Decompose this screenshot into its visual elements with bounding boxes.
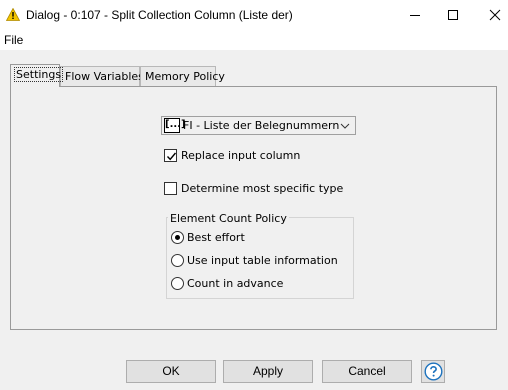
cancel-button[interactable]: Cancel bbox=[322, 360, 412, 383]
tab-settings-label: Settings bbox=[13, 67, 64, 82]
collection-column-icon: [...] bbox=[164, 118, 186, 133]
replace-input-column-label: Replace input column bbox=[181, 149, 301, 162]
maximize-icon bbox=[448, 10, 458, 20]
tab-memory-policy-label: Memory Policy bbox=[145, 70, 225, 83]
help-button[interactable] bbox=[421, 360, 445, 383]
radio-button[interactable] bbox=[171, 254, 184, 267]
element-count-policy-title: Element Count Policy bbox=[168, 212, 289, 225]
tab-memory-policy[interactable]: Memory Policy bbox=[140, 66, 225, 86]
menu-bar: File bbox=[0, 30, 508, 50]
determine-specific-type-checkbox[interactable] bbox=[164, 182, 177, 195]
radio-button[interactable] bbox=[171, 277, 184, 290]
determine-specific-type-label: Determine most specific type bbox=[181, 182, 344, 195]
question-circle-icon bbox=[424, 362, 443, 381]
title-bar: Dialog - 0:107 - Split Collection Column… bbox=[0, 0, 508, 30]
apply-button[interactable]: Apply bbox=[223, 360, 313, 383]
tab-flow-variables[interactable]: Flow Variables bbox=[60, 66, 144, 86]
radio-use-input-table-information-label: Use input table information bbox=[187, 254, 338, 267]
column-select-value: FI - Liste der Belegnummern bbox=[183, 119, 340, 132]
chevron-down-icon bbox=[340, 123, 350, 129]
window-title: Dialog - 0:107 - Split Collection Column… bbox=[26, 8, 293, 22]
checkmark-icon bbox=[166, 152, 177, 161]
warning-icon bbox=[5, 7, 21, 21]
column-select[interactable]: [...] FI - Liste der Belegnummern bbox=[161, 116, 356, 135]
replace-input-column-checkbox[interactable] bbox=[164, 149, 177, 162]
close-button[interactable] bbox=[472, 0, 508, 30]
minimize-icon bbox=[410, 15, 420, 16]
tab-settings[interactable]: Settings bbox=[10, 64, 64, 87]
ok-button[interactable]: OK bbox=[126, 360, 216, 383]
close-icon bbox=[489, 9, 501, 21]
menu-file[interactable]: File bbox=[4, 33, 23, 47]
maximize-button[interactable] bbox=[430, 0, 476, 30]
tab-flow-variables-label: Flow Variables bbox=[65, 70, 144, 83]
radio-best-effort-label: Best effort bbox=[187, 231, 245, 244]
radio-button-selected[interactable] bbox=[171, 231, 184, 244]
radio-count-in-advance-label: Count in advance bbox=[187, 277, 284, 290]
